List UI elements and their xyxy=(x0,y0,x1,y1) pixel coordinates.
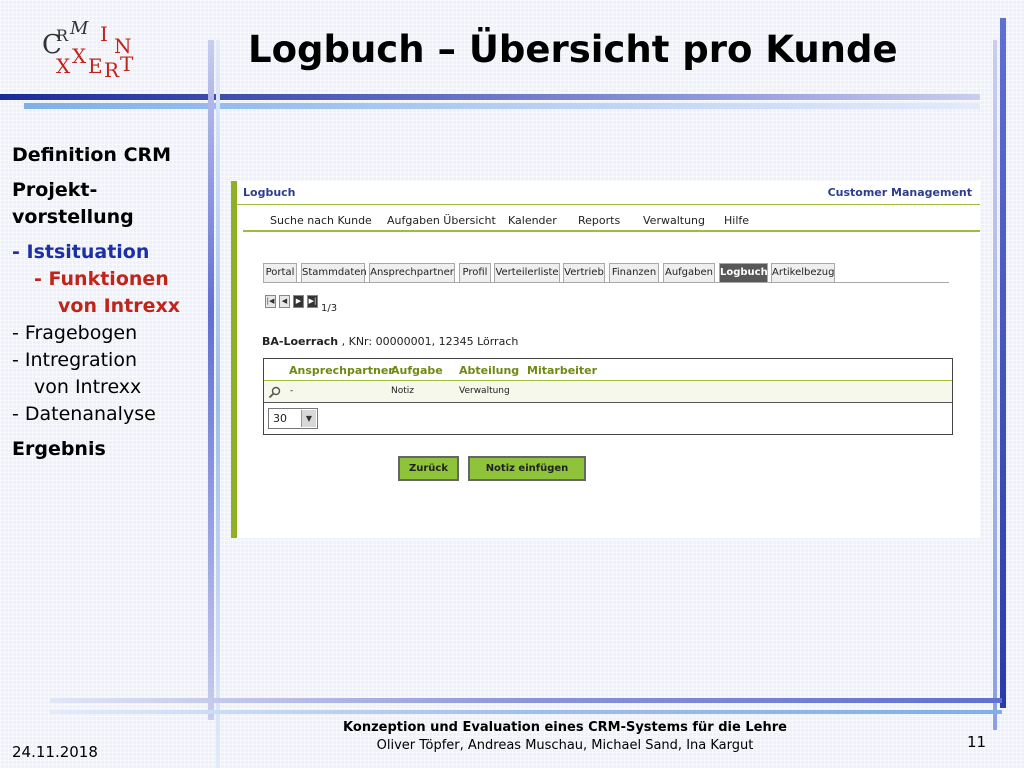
agenda-sidebar: Definition CRM Projekt- vorstellung - Is… xyxy=(12,142,217,463)
column-header-ansprechpartner[interactable]: Ansprechpartner xyxy=(289,364,394,377)
agenda-item: von Intrexx xyxy=(34,376,142,398)
next-page-button[interactable]: ▶ xyxy=(293,295,304,308)
customer-name: BA-Loerrach xyxy=(262,335,339,348)
logbook-table: Ansprechpartner Aufgabe Abteilung Mitarb… xyxy=(263,358,953,435)
tab-stammdaten[interactable]: Stammdaten xyxy=(301,263,367,283)
right-rule-dark xyxy=(1000,18,1006,708)
agenda-item: Definition CRM xyxy=(12,144,172,166)
logo-letter: R xyxy=(56,26,69,45)
cell-ansprechpartner: - xyxy=(290,386,294,396)
agenda-item: Projekt- xyxy=(12,179,98,201)
footer-date: 24.11.2018 xyxy=(12,743,98,761)
app-menubar: Suche nach Kunde Aufgaben Übersicht Kale… xyxy=(243,208,980,232)
bottom-rule-light xyxy=(50,710,1002,714)
slide-title: Logbuch – Übersicht pro Kunde xyxy=(248,28,898,71)
logo-letter: I xyxy=(100,22,108,46)
app-header: Logbuch Customer Management xyxy=(237,181,980,205)
chevron-down-icon[interactable]: ▼ xyxy=(301,410,316,427)
tab-finanzen[interactable]: Finanzen xyxy=(609,263,659,283)
page-number: 11 xyxy=(967,733,987,751)
menu-item-kalender[interactable]: Kalender xyxy=(508,214,557,227)
menu-item-hilfe[interactable]: Hilfe xyxy=(724,214,749,227)
page-size-select[interactable]: 30 ▼ xyxy=(268,408,318,429)
column-header-aufgabe[interactable]: Aufgabe xyxy=(391,364,443,377)
logo-letter: T xyxy=(120,52,134,76)
menu-item-suche-nach-kunde[interactable]: Suche nach Kunde xyxy=(270,214,372,227)
agenda-item: - Istsituation xyxy=(12,241,150,263)
agenda-item: vorstellung xyxy=(12,206,134,228)
logo-letter: E xyxy=(88,54,103,78)
agenda-item: - Datenanalyse xyxy=(12,403,156,425)
cell-aufgabe: Notiz xyxy=(391,386,414,396)
footer-title: Konzeption und Evaluation eines CRM-Syst… xyxy=(343,720,787,735)
tab-divider xyxy=(263,282,949,283)
tab-verteilerliste[interactable]: Verteilerliste xyxy=(494,263,560,283)
agenda-item: Ergebnis xyxy=(12,438,106,460)
magnifier-icon[interactable] xyxy=(268,386,281,399)
back-button[interactable]: Zurück xyxy=(398,456,459,481)
agenda-item: - Fragebogen xyxy=(12,322,138,344)
page-count: 1/3 xyxy=(321,303,338,314)
agenda-item: von Intrexx xyxy=(58,295,181,317)
tab-profil[interactable]: Profil xyxy=(459,263,491,283)
table-header: Ansprechpartner Aufgabe Abteilung Mitarb… xyxy=(264,359,952,381)
page-size-value: 30 xyxy=(273,412,287,425)
first-page-button[interactable]: |◀ xyxy=(265,295,276,308)
logo-letter: X xyxy=(72,44,87,68)
bottom-rule-dark xyxy=(50,698,1002,703)
cell-abteilung: Verwaltung xyxy=(459,386,510,396)
logbuch-app-window: Logbuch Customer Management Suche nach K… xyxy=(231,181,980,538)
agenda-item: - Intregration xyxy=(12,349,137,371)
logo-letter: M xyxy=(70,18,89,39)
footer-authors: Oliver Töpfer, Andreas Muschau, Michael … xyxy=(376,738,754,753)
app-brand: Customer Management xyxy=(827,186,972,199)
right-rule-light xyxy=(993,40,997,730)
logo-letter: R xyxy=(104,58,120,82)
tab-artikelbezug[interactable]: Artikelbezug xyxy=(771,263,835,283)
crminxert-logo: C R M I N X X E R T xyxy=(40,18,150,82)
menu-item-aufgaben-uebersicht[interactable]: Aufgaben Übersicht xyxy=(387,214,496,227)
menu-item-reports[interactable]: Reports xyxy=(578,214,620,227)
logo-letter: X xyxy=(56,54,71,78)
tab-ansprechpartner[interactable]: Ansprechpartner xyxy=(369,263,455,283)
customer-details: , KNr: 00000001, 12345 Lörrach xyxy=(341,335,519,348)
column-header-mitarbeiter[interactable]: Mitarbeiter xyxy=(527,364,597,377)
table-row[interactable]: - Notiz Verwaltung xyxy=(264,382,952,403)
tab-logbuch[interactable]: Logbuch xyxy=(719,263,768,283)
add-note-button[interactable]: Notiz einfügen xyxy=(468,456,586,481)
tab-vertrieb[interactable]: Vertrieb xyxy=(563,263,605,283)
customer-header: BA-Loerrach , KNr: 00000001, 12345 Lörra… xyxy=(262,335,518,348)
tab-aufgaben[interactable]: Aufgaben xyxy=(663,263,715,283)
menu-item-verwaltung[interactable]: Verwaltung xyxy=(643,214,705,227)
top-rule-dark xyxy=(0,94,980,100)
top-rule-light xyxy=(24,103,980,109)
agenda-item: - Funktionen xyxy=(34,268,169,290)
app-title: Logbuch xyxy=(243,186,296,199)
column-header-abteilung[interactable]: Abteilung xyxy=(459,364,519,377)
prev-page-button[interactable]: ◀ xyxy=(279,295,290,308)
tab-portal[interactable]: Portal xyxy=(263,263,297,283)
last-page-button[interactable]: ▶| xyxy=(307,295,318,308)
